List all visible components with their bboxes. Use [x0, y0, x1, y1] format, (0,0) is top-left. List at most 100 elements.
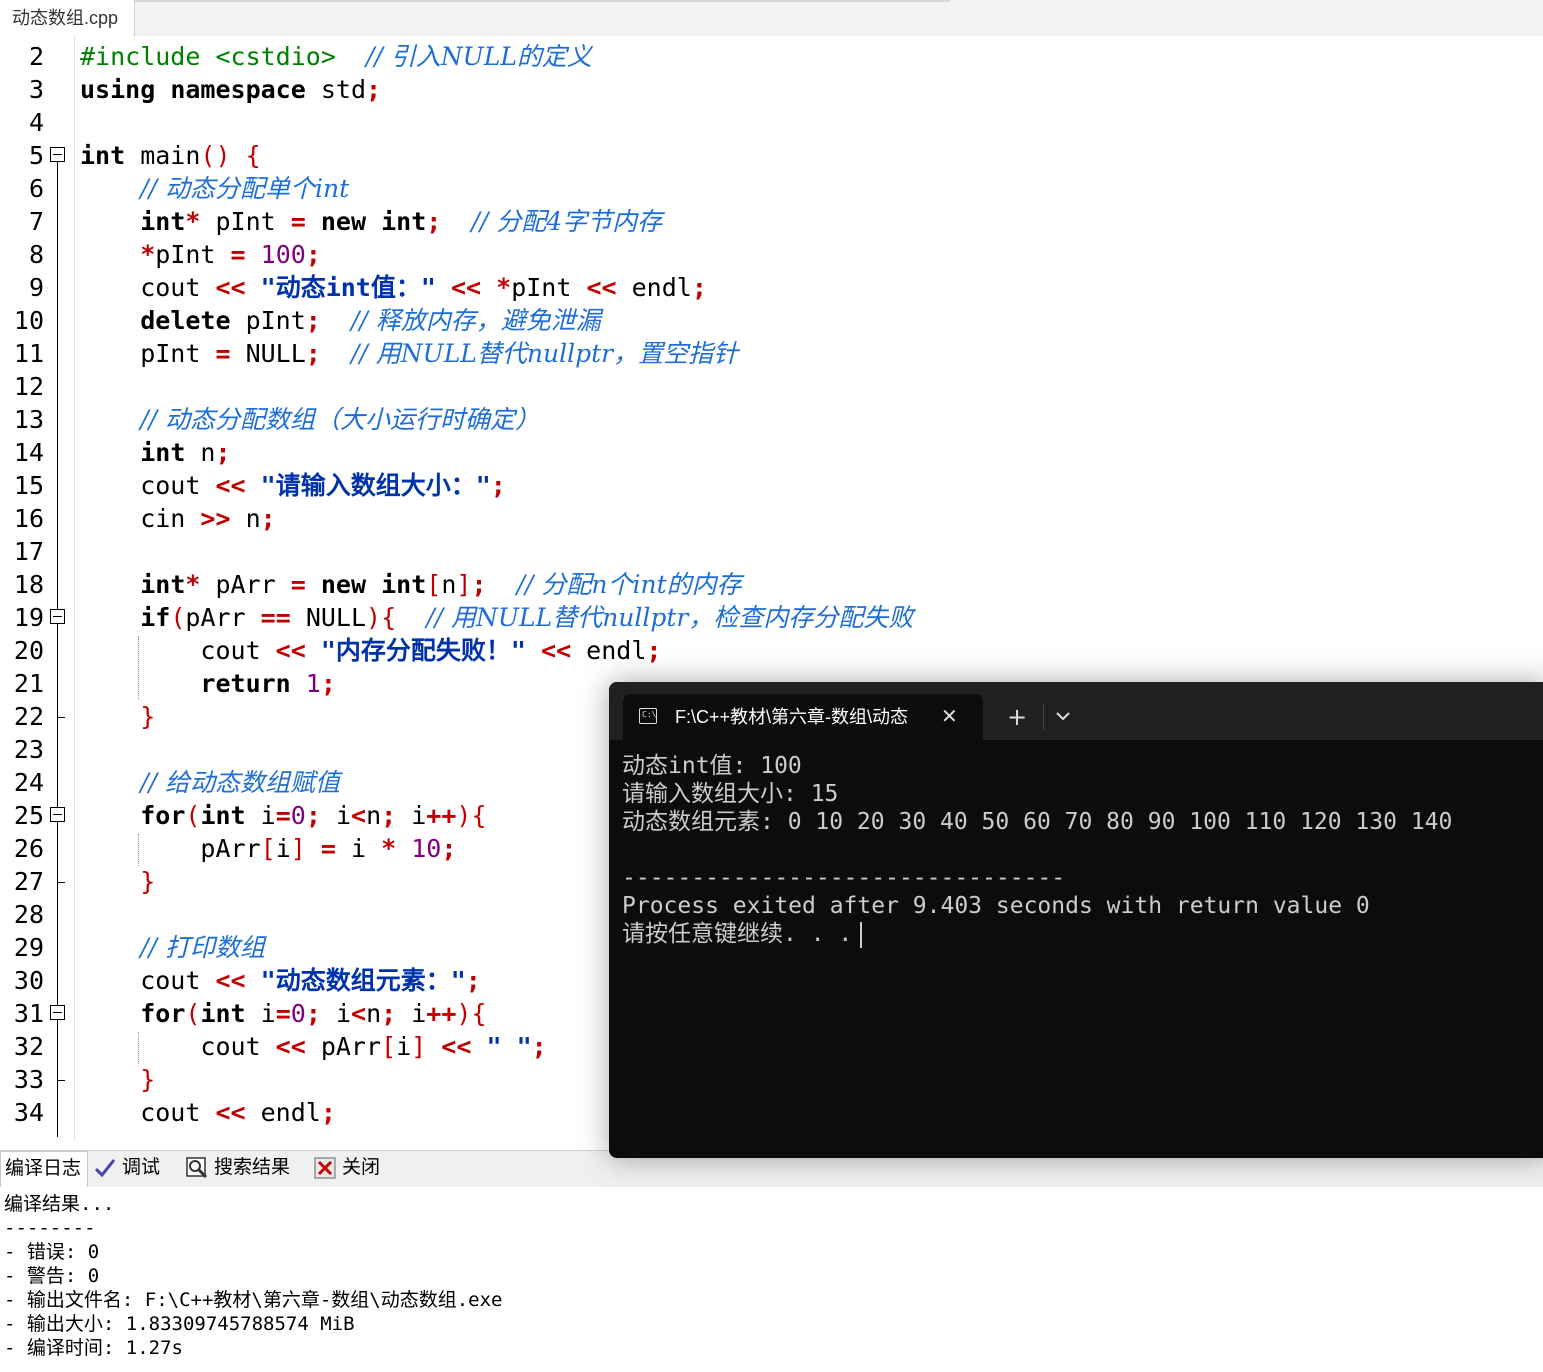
line-number: 13 [13, 405, 44, 434]
indent-guide [138, 636, 139, 700]
code-line: return 1; [200, 669, 336, 698]
line-number: 12 [13, 372, 44, 401]
tab-close-label: 关闭 [342, 1157, 381, 1178]
fold-toggle-for[interactable] [50, 807, 65, 822]
log-line: 编译结果... [4, 1193, 115, 1215]
text-cursor [860, 921, 863, 948]
fold-toggle-for[interactable] [50, 1005, 65, 1020]
terminal-line: Process exited after 9.403 seconds with … [622, 893, 1370, 919]
line-number: 21 [13, 669, 44, 698]
code-line: using namespace std; [80, 75, 382, 104]
code-line: cout << "请输入数组大小："; [80, 471, 506, 500]
close-panel-icon [314, 1157, 336, 1179]
line-number: 29 [13, 933, 44, 962]
code-line: pInt = NULL; // 用NULL替代nullptr，置空指针 [80, 339, 739, 368]
line-number: 11 [13, 339, 44, 368]
line-number: 28 [13, 900, 44, 929]
code-line: cout << pArr[i] << " "; [80, 1032, 547, 1061]
code-line: int n; [140, 438, 231, 467]
tab-bar-line [135, 0, 950, 2]
log-line: - 编译时间: 1.27s [4, 1337, 183, 1359]
code-line: int* pArr = new int[n]; // 分配n个int的内存 [140, 570, 742, 599]
fold-toggle-main[interactable] [50, 147, 65, 162]
console-icon: C:\ [639, 708, 657, 724]
line-number: 31 [13, 999, 44, 1028]
line-number: 19 [13, 603, 44, 632]
line-number: 17 [13, 537, 44, 566]
code-line: // 打印数组 [140, 933, 266, 962]
tab-compile-log[interactable]: 编译日志 [0, 1151, 88, 1187]
indent-guide [138, 834, 139, 866]
gutter-separator [74, 36, 75, 1140]
code-line: // 动态分配单个int [140, 174, 350, 203]
line-number: 26 [13, 834, 44, 863]
line-number: 20 [13, 636, 44, 665]
code-line: cout << "动态数组元素："; [80, 966, 481, 995]
code-line: } [140, 867, 156, 896]
log-line: - 错误: 0 [4, 1241, 100, 1263]
file-tab-bar: 动态数组.cpp [0, 0, 1543, 36]
checkmark-icon [94, 1157, 116, 1179]
code-line: } [140, 1065, 156, 1094]
code-line: int main() { [80, 141, 261, 170]
log-line: - 警告: 0 [4, 1265, 100, 1287]
close-tab-icon[interactable]: ✕ [941, 694, 958, 740]
tab-debug-label: 调试 [122, 1157, 161, 1178]
line-number: 27 [13, 867, 44, 896]
tab-search-results-label: 搜索结果 [214, 1157, 291, 1178]
code-line: int* pInt = new int; // 分配4字节内存 [140, 207, 663, 236]
line-number: 4 [28, 108, 44, 137]
line-number: 10 [13, 306, 44, 335]
code-line: // 动态分配数组（大小运行时确定） [140, 405, 541, 434]
code-line: *pInt = 100; [140, 240, 321, 269]
code-line: // 给动态数组赋值 [140, 768, 341, 797]
line-number: 30 [13, 966, 44, 995]
terminal-line: -------------------------------- [622, 865, 1066, 891]
terminal-line: 动态数组元素: 0 10 20 30 40 50 60 70 80 90 100… [622, 809, 1453, 835]
tab-close[interactable]: 关闭 [314, 1151, 380, 1187]
fold-end [57, 717, 65, 718]
tab-compile-log-label: 编译日志 [5, 1158, 82, 1179]
new-tab-button[interactable]: + [1007, 694, 1027, 740]
line-number: 33 [13, 1065, 44, 1094]
code-line: } [140, 702, 156, 731]
line-number: 7 [28, 207, 44, 236]
code-line: cout << "内存分配失败！" << endl; [80, 636, 662, 665]
fold-toggle-if[interactable] [50, 609, 65, 624]
code-line: for(int i=0; i<n; i++){ [140, 801, 487, 830]
log-line: - 输出大小: 1.83309745788574 MiB [4, 1313, 355, 1335]
code-line: #include <cstdio> // 引入NULL的定义 [80, 42, 592, 71]
line-number: 9 [28, 273, 44, 302]
code-line: if(pArr == NULL){ // 用NULL替代nullptr，检查内存… [140, 603, 914, 632]
code-line: pArr[i] = i * 10; [80, 834, 457, 863]
line-number: 18 [13, 570, 44, 599]
line-number: 34 [13, 1098, 44, 1127]
terminal-prompt-line: 请按任意键继续. . . [622, 920, 863, 948]
terminal-tab[interactable]: C:\ F:\C++教材\第六章-数组\动态 ✕ [623, 694, 983, 740]
terminal-window[interactable]: C:\ F:\C++教材\第六章-数组\动态 ✕ + 动态int值: 100 请… [609, 682, 1543, 1158]
terminal-title-bar[interactable]: C:\ F:\C++教材\第六章-数组\动态 ✕ + [609, 682, 1543, 740]
line-number: 22 [13, 702, 44, 731]
file-tab[interactable]: 动态数组.cpp [0, 0, 135, 36]
line-number: 24 [13, 768, 44, 797]
fold-end [57, 1080, 65, 1081]
line-number: 23 [13, 735, 44, 764]
line-number: 2 [28, 42, 44, 71]
log-line: -------- [4, 1217, 96, 1239]
code-line: cin >> n; [80, 504, 276, 533]
search-results-icon [186, 1157, 208, 1179]
line-number: 5 [28, 141, 44, 170]
compile-log-panel: 编译结果... -------- - 错误: 0 - 警告: 0 - 输出文件名… [0, 1188, 1543, 1372]
dropdown-chevron-icon[interactable] [1055, 694, 1071, 740]
line-number: 16 [13, 504, 44, 533]
terminal-line: 请输入数组大小: 15 [622, 781, 839, 807]
fold-end [57, 882, 65, 883]
tab-search-results[interactable]: 搜索结果 [186, 1151, 290, 1187]
line-number: 3 [28, 75, 44, 104]
code-line: delete pInt; // 释放内存，避免泄漏 [140, 306, 601, 335]
tab-debug[interactable]: 调试 [94, 1151, 160, 1187]
line-number: 25 [13, 801, 44, 830]
code-line: cout << endl; [80, 1098, 336, 1127]
terminal-line: 请按任意键继续. . . [622, 921, 853, 947]
code-line: cout << "动态int值：" << *pInt << endl; [80, 273, 707, 302]
